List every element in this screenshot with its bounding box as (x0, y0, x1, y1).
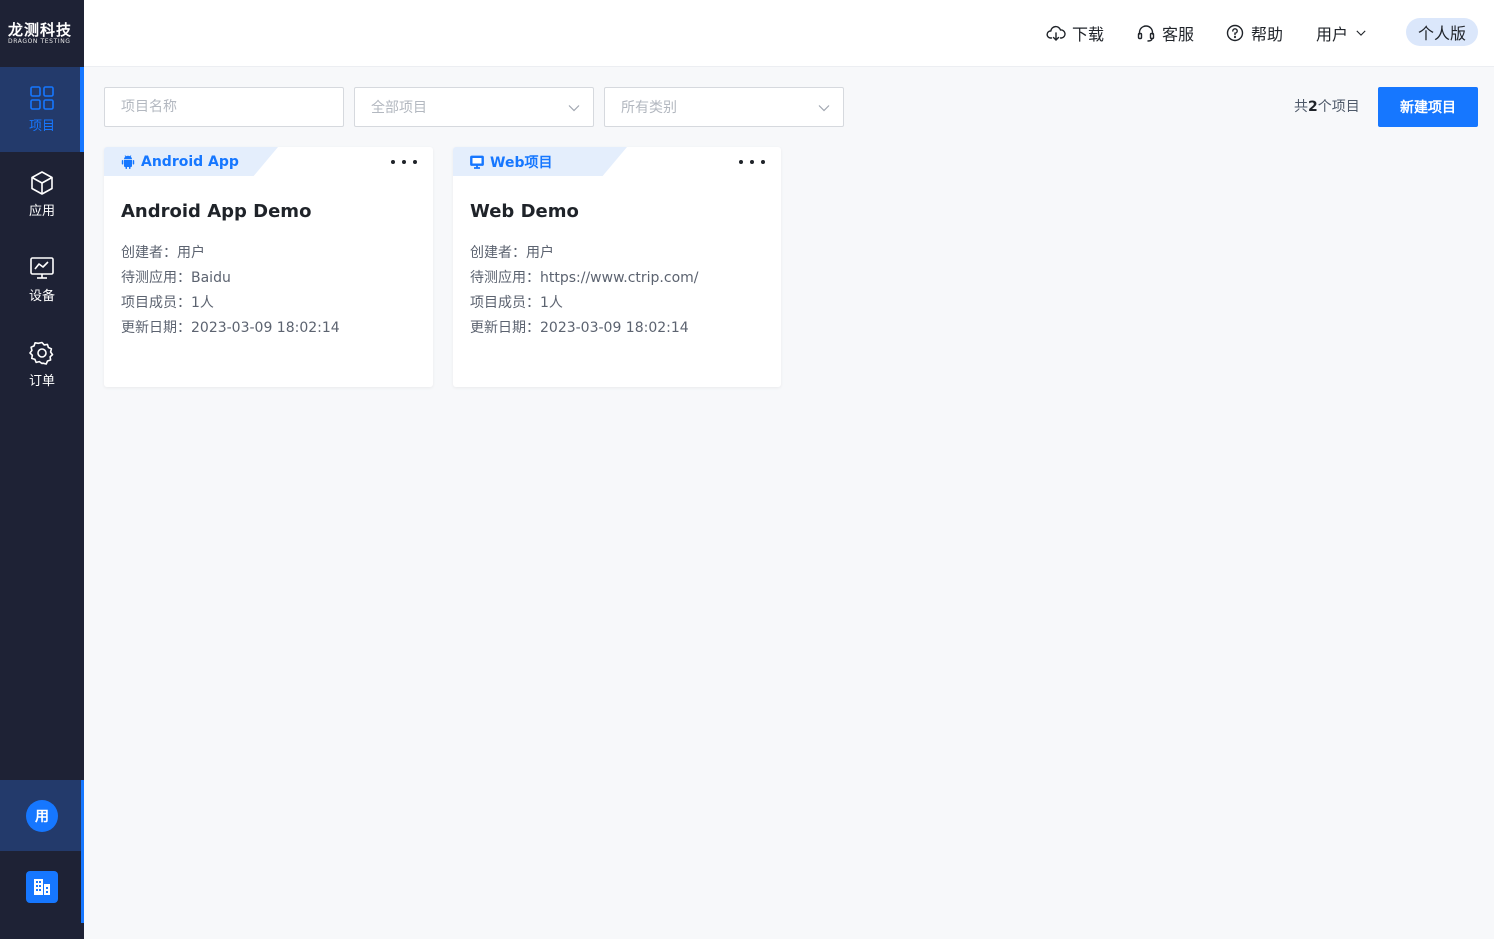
download-label: 下载 (1072, 25, 1105, 44)
cloud-download-icon (1046, 25, 1066, 41)
brand-name-en: DRAGON TESTING (8, 37, 71, 45)
project-type-tag: Android App (104, 147, 278, 176)
category-value: 所有类别 (621, 100, 677, 116)
project-type-label: Web项目 (490, 154, 553, 171)
project-meta: 创建者：用户 待测应用：Baidu 项目成员：1人 更新日期：2023-03-0… (121, 241, 340, 341)
project-members: 项目成员：1人 (121, 295, 214, 311)
edition-badge[interactable]: 个人版 (1406, 18, 1478, 46)
project-title: Web Demo (470, 201, 579, 222)
project-type-tag: Web项目 (453, 147, 627, 176)
sidebar-item-label: 项目 (28, 119, 55, 134)
question-circle-icon (1226, 24, 1244, 42)
desktop-icon (470, 155, 484, 169)
help-label: 帮助 (1251, 25, 1284, 44)
building-icon[interactable] (26, 871, 58, 903)
organization-row[interactable] (0, 851, 84, 923)
project-updated: 更新日期：2023-03-09 18:02:14 (121, 320, 340, 336)
project-members: 项目成员：1人 (470, 295, 563, 311)
sidebar-item-orders[interactable]: 订单 (0, 322, 84, 407)
project-card[interactable]: Android App Android App Demo 创建者：用户 待测应用… (104, 147, 433, 387)
project-creator: 创建者：用户 (470, 245, 554, 261)
user-avatar-row[interactable]: 用 (0, 780, 84, 851)
project-updated: 更新日期：2023-03-09 18:02:14 (470, 320, 689, 336)
more-options-icon[interactable] (739, 153, 765, 171)
sidebar: 龙测科技 DRAGON TESTING 项目 应用 设备 订单 用 (0, 0, 84, 939)
android-icon (121, 154, 135, 169)
project-name-search-input[interactable] (104, 87, 344, 127)
sidebar-item-label: 订单 (28, 374, 55, 389)
support-button[interactable]: 客服 (1136, 20, 1194, 46)
cube-icon (31, 171, 53, 195)
sidebar-item-label: 应用 (28, 204, 55, 219)
project-count-suffix: 个项目 (1317, 99, 1360, 115)
project-creator: 创建者：用户 (121, 245, 205, 261)
help-button[interactable]: 帮助 (1225, 20, 1283, 46)
brand-name-cn: 龙测科技 (8, 20, 73, 39)
sidebar-item-apps[interactable]: 应用 (0, 152, 84, 237)
brand-logo[interactable]: 龙测科技 DRAGON TESTING (0, 0, 84, 67)
project-count-prefix: 共 (1294, 99, 1308, 115)
user-menu[interactable]: 用户 (1316, 20, 1368, 46)
project-meta: 创建者：用户 待测应用：https://www.ctrip.com/ 项目成员：… (470, 241, 698, 341)
download-button[interactable]: 下载 (1046, 20, 1104, 46)
project-app: 待测应用：https://www.ctrip.com/ (470, 270, 699, 286)
sidebar-item-label: 设备 (28, 289, 55, 304)
new-project-button[interactable]: 新建项目 (1378, 87, 1478, 127)
project-type-label: Android App (141, 153, 239, 170)
project-title: Android App Demo (121, 201, 312, 222)
category-select[interactable]: 所有类别 (604, 87, 844, 127)
user-menu-label: 用户 (1316, 25, 1349, 44)
project-app: 待测应用：Baidu (121, 270, 231, 286)
monitor-icon (30, 257, 54, 279)
project-scope-value: 全部项目 (371, 100, 427, 116)
grid-icon (30, 86, 54, 110)
top-header: 下载 客服 帮助 用户 个人版 (84, 0, 1494, 67)
sidebar-item-devices[interactable]: 设备 (0, 237, 84, 322)
chevron-down-icon (818, 105, 830, 112)
project-count-number: 2 (1308, 99, 1318, 115)
project-count: 共2个项目 (1294, 97, 1360, 117)
chevron-down-icon (568, 105, 580, 112)
project-scope-select[interactable]: 全部项目 (354, 87, 594, 127)
gear-icon (29, 341, 54, 365)
avatar[interactable]: 用 (26, 799, 58, 832)
headset-icon (1137, 25, 1155, 42)
project-card[interactable]: Web项目 Web Demo 创建者：用户 待测应用：https://www.c… (453, 147, 781, 387)
sidebar-item-projects[interactable]: 项目 (0, 67, 84, 152)
chevron-down-icon (1356, 30, 1366, 36)
support-label: 客服 (1162, 25, 1195, 44)
sidebar-bottom: 用 (0, 780, 84, 939)
more-options-icon[interactable] (391, 153, 417, 171)
